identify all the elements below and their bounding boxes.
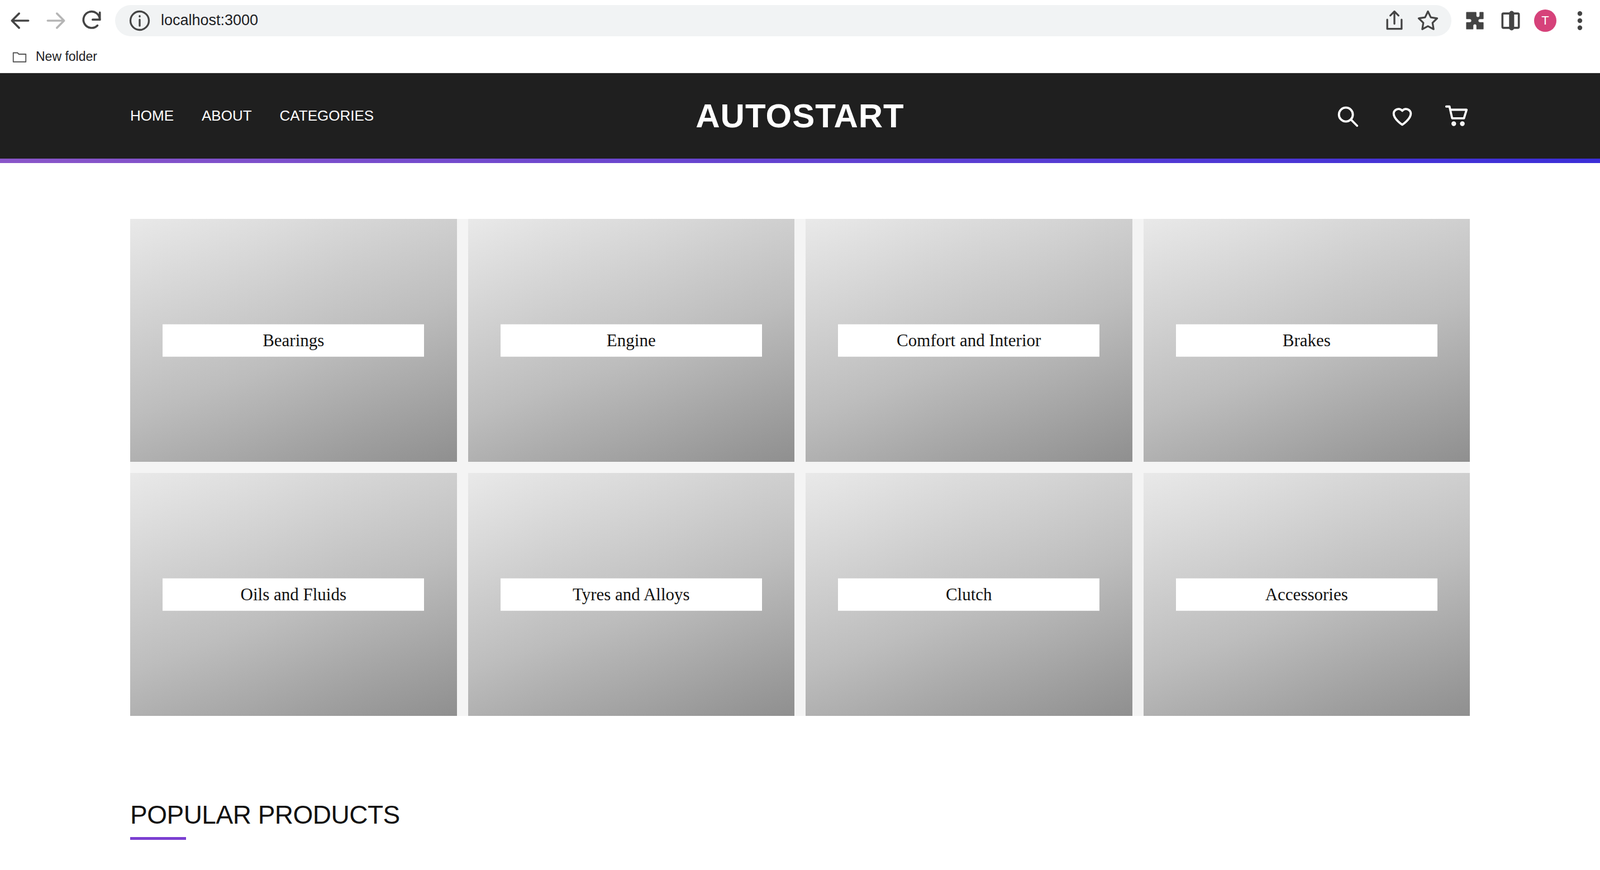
nav-link[interactable]: ABOUT [201,105,252,127]
category-label-strip: Tyres and Alloys [500,578,763,612]
category-label[interactable]: Bearings [262,327,325,354]
search-icon[interactable] [1334,103,1361,130]
popular-header: POPULAR PRODUCTS [130,800,1470,841]
category-label[interactable]: Clutch [945,581,993,608]
category-card[interactable]: Tyres and Alloys [468,473,795,717]
category-label-strip: Oils and Fluids [162,578,425,612]
category-label[interactable]: Engine [606,327,656,354]
category-card[interactable]: Oils and Fluids [130,473,457,717]
section-title: POPULAR PRODUCTS [130,800,1470,831]
category-card[interactable]: Bearings [130,218,457,463]
bookmarks-bar: New folder [0,40,1600,74]
category-label-strip: Brakes [1175,324,1438,357]
category-card[interactable]: Accessories [1143,473,1471,717]
category-card[interactable]: Engine [468,218,795,463]
folder-icon [11,48,28,66]
category-label[interactable]: Accessories [1265,581,1349,608]
category-label-strip: Clutch [837,578,1100,612]
bookmark-item[interactable]: New folder [6,46,102,67]
star-icon[interactable] [1415,8,1441,33]
kebab-menu-icon[interactable] [1567,8,1593,33]
category-label-strip: Bearings [162,324,425,357]
share-icon[interactable] [1382,8,1407,33]
category-label[interactable]: Brakes [1282,327,1331,354]
forward-arrow-icon[interactable] [43,8,69,33]
nav-link[interactable]: HOME [130,105,174,127]
sidebar-icon[interactable] [1498,8,1523,33]
reload-icon[interactable] [79,8,104,33]
extensions-puzzle-icon[interactable] [1462,8,1488,33]
browser-toolbar: localhost:3000 T [0,0,1600,41]
site-logo[interactable]: AUTOSTART [695,91,904,142]
category-label[interactable]: Oils and Fluids [240,581,347,608]
nav-icons [904,103,1470,130]
heart-icon[interactable] [1389,103,1416,130]
category-card[interactable]: Brakes [1143,218,1471,463]
address-text[interactable]: localhost:3000 [160,8,1374,32]
category-label-strip: Accessories [1175,578,1438,612]
category-label[interactable]: Comfort and Interior [896,327,1041,354]
nav-link[interactable]: CATEGORIES [279,105,375,127]
bookmark-label[interactable]: New folder [35,46,98,67]
profile-avatar[interactable]: T [1534,9,1557,32]
category-grid: Bearings Engine Comfort and Interior Brakes… [130,218,1470,717]
nav-links: HOME ABOUT CATEGORIES [130,105,696,127]
category-label-strip: Engine [500,324,763,357]
category-card[interactable]: Clutch [805,473,1133,717]
category-label-strip: Comfort and Interior [837,324,1100,357]
category-label[interactable]: Tyres and Alloys [572,581,690,608]
category-card[interactable]: Comfort and Interior [805,218,1133,463]
title-underline [130,837,187,841]
cart-icon[interactable] [1444,103,1470,130]
address-bar[interactable]: localhost:3000 [115,5,1452,37]
back-arrow-icon[interactable] [7,8,33,33]
info-icon[interactable] [127,8,152,33]
site-navbar: HOME ABOUT CATEGORIES AUTOSTART [0,73,1600,164]
